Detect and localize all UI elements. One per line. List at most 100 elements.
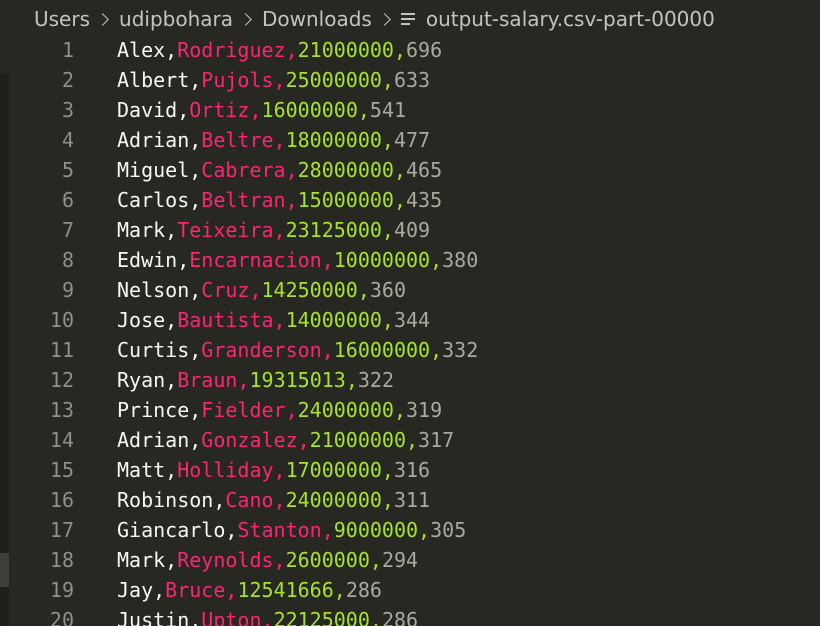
salary-cell: 16000000 [333, 338, 431, 362]
breadcrumb-downloads[interactable]: Downloads [262, 7, 372, 31]
count-cell: 311 [393, 488, 431, 512]
code-line[interactable]: 14 Adrian, Gonzalez, 21000000, 317 [0, 425, 820, 455]
code-line[interactable]: 16 Robinson, Cano, 24000000, 311 [0, 485, 820, 515]
salary-cell: 18000000 [285, 128, 382, 152]
count-cell: 409 [393, 218, 431, 242]
code-line[interactable]: 13 Prince, Fielder, 24000000, 319 [0, 395, 820, 425]
count-cell: 286 [345, 578, 382, 602]
last-name-cell: Holliday [177, 458, 274, 482]
count-cell: 294 [381, 548, 419, 572]
line-number: 10 [49, 308, 74, 332]
code-line[interactable]: 18 Mark, Reynolds, 2600000, 294 [0, 545, 820, 575]
line-number: 20 [49, 608, 74, 626]
comma-separator: , [189, 338, 202, 362]
comma-separator: , [153, 578, 166, 602]
comma-separator: , [189, 428, 202, 452]
comma-separator: , [430, 338, 443, 362]
line-number: 5 [61, 158, 74, 182]
comma-separator: , [345, 368, 358, 392]
code-line[interactable]: 6 Carlos, Beltran, 15000000, 435 [0, 185, 820, 215]
comma-separator: , [321, 338, 334, 362]
code-line[interactable]: 8 Edwin, Encarnacion, 10000000, 380 [0, 245, 820, 275]
comma-separator: , [165, 458, 178, 482]
breadcrumb-file[interactable]: output-salary.csv-part-00000 [426, 7, 715, 31]
comma-separator: , [165, 218, 178, 242]
count-cell: 477 [393, 128, 431, 152]
first-name-cell: David [117, 98, 178, 122]
count-cell: 305 [430, 518, 467, 542]
count-cell: 332 [442, 338, 479, 362]
comma-separator: , [273, 488, 286, 512]
line-number: 19 [49, 578, 74, 602]
first-name-cell: Nelson [117, 278, 190, 302]
line-number: 4 [61, 128, 74, 152]
first-name-cell: Matt [117, 458, 166, 482]
code-line[interactable]: 15 Matt, Holliday, 17000000, 316 [0, 455, 820, 485]
code-line[interactable]: 2 Albert, Pujols, 25000000, 633 [0, 65, 820, 95]
comma-separator: , [381, 488, 394, 512]
count-cell: 316 [393, 458, 431, 482]
last-name-cell: Bruce [165, 578, 226, 602]
comma-separator: , [273, 128, 286, 152]
comma-separator: , [189, 68, 202, 92]
code-line[interactable]: 1 Alex, Rodriguez, 21000000, 696 [0, 38, 820, 65]
line-number: 1 [61, 38, 74, 62]
code-line[interactable]: 12 Ryan, Braun, 19315013, 322 [0, 365, 820, 395]
comma-separator: , [189, 278, 202, 302]
last-name-cell: Ortiz [189, 98, 250, 122]
first-name-cell: Adrian [117, 128, 190, 152]
count-cell: 633 [393, 68, 431, 92]
salary-cell: 17000000 [285, 458, 382, 482]
line-number: 2 [61, 68, 74, 92]
first-name-cell: Alex [117, 38, 166, 62]
code-line[interactable]: 4 Adrian, Beltre, 18000000, 477 [0, 125, 820, 155]
code-line[interactable]: 20 Justin, Upton, 22125000, 286 [0, 605, 820, 626]
salary-cell: 14250000 [261, 278, 358, 302]
comma-separator: , [189, 158, 202, 182]
breadcrumb-users[interactable]: Users [34, 7, 90, 31]
code-line[interactable]: 17 Giancarlo, Stanton, 9000000, 305 [0, 515, 820, 545]
line-number: 14 [49, 428, 74, 452]
count-cell: 541 [369, 98, 407, 122]
comma-separator: , [369, 608, 382, 626]
code-line[interactable]: 3 David, Ortiz, 16000000, 541 [0, 95, 820, 125]
last-name-cell: Encarnacion [189, 248, 322, 272]
comma-separator: , [369, 548, 382, 572]
last-name-cell: Cruz [201, 278, 250, 302]
code-line[interactable]: 7 Mark, Teixeira, 23125000, 409 [0, 215, 820, 245]
code-line[interactable]: 5 Miguel, Cabrera, 28000000, 465 [0, 155, 820, 185]
editor[interactable]: 1 Alex, Rodriguez, 21000000, 696 2 Albert, Pujo… [0, 38, 820, 626]
comma-separator: , [297, 428, 310, 452]
comma-separator: , [261, 608, 274, 626]
comma-separator: , [285, 38, 298, 62]
comma-separator: , [321, 518, 334, 542]
last-name-cell: Rodriguez [177, 38, 286, 62]
line-number: 13 [49, 398, 74, 422]
salary-cell: 16000000 [261, 98, 358, 122]
comma-separator: , [273, 68, 286, 92]
chevron-right-icon [377, 12, 391, 26]
comma-separator: , [381, 218, 394, 242]
line-number: 9 [61, 278, 74, 302]
first-name-cell: Prince [117, 398, 190, 422]
comma-separator: , [430, 248, 443, 272]
first-name-cell: Jay [117, 578, 154, 602]
code-line[interactable]: 19 Jay, Bruce, 12541666, 286 [0, 575, 820, 605]
count-cell: 435 [406, 188, 443, 212]
comma-separator: , [393, 398, 407, 422]
comma-separator: , [273, 308, 286, 332]
comma-separator: , [249, 278, 262, 302]
last-name-cell: Gonzalez [201, 428, 298, 452]
last-name-cell: Beltran [201, 188, 286, 212]
lines-file-icon [400, 13, 415, 25]
code-line[interactable]: 11 Curtis, Granderson, 16000000, 332 [0, 335, 820, 365]
code-line[interactable]: 10 Jose, Bautista, 14000000, 344 [0, 305, 820, 335]
code-line[interactable]: 9 Nelson, Cruz, 14250000, 360 [0, 275, 820, 305]
line-number: 18 [49, 548, 74, 572]
comma-separator: , [381, 308, 394, 332]
comma-separator: , [381, 68, 394, 92]
breadcrumb-udipbohara[interactable]: udipbohara [119, 7, 233, 31]
salary-cell: 19315013 [249, 368, 346, 392]
last-name-cell: Braun [177, 368, 238, 392]
salary-cell: 14000000 [285, 308, 382, 332]
